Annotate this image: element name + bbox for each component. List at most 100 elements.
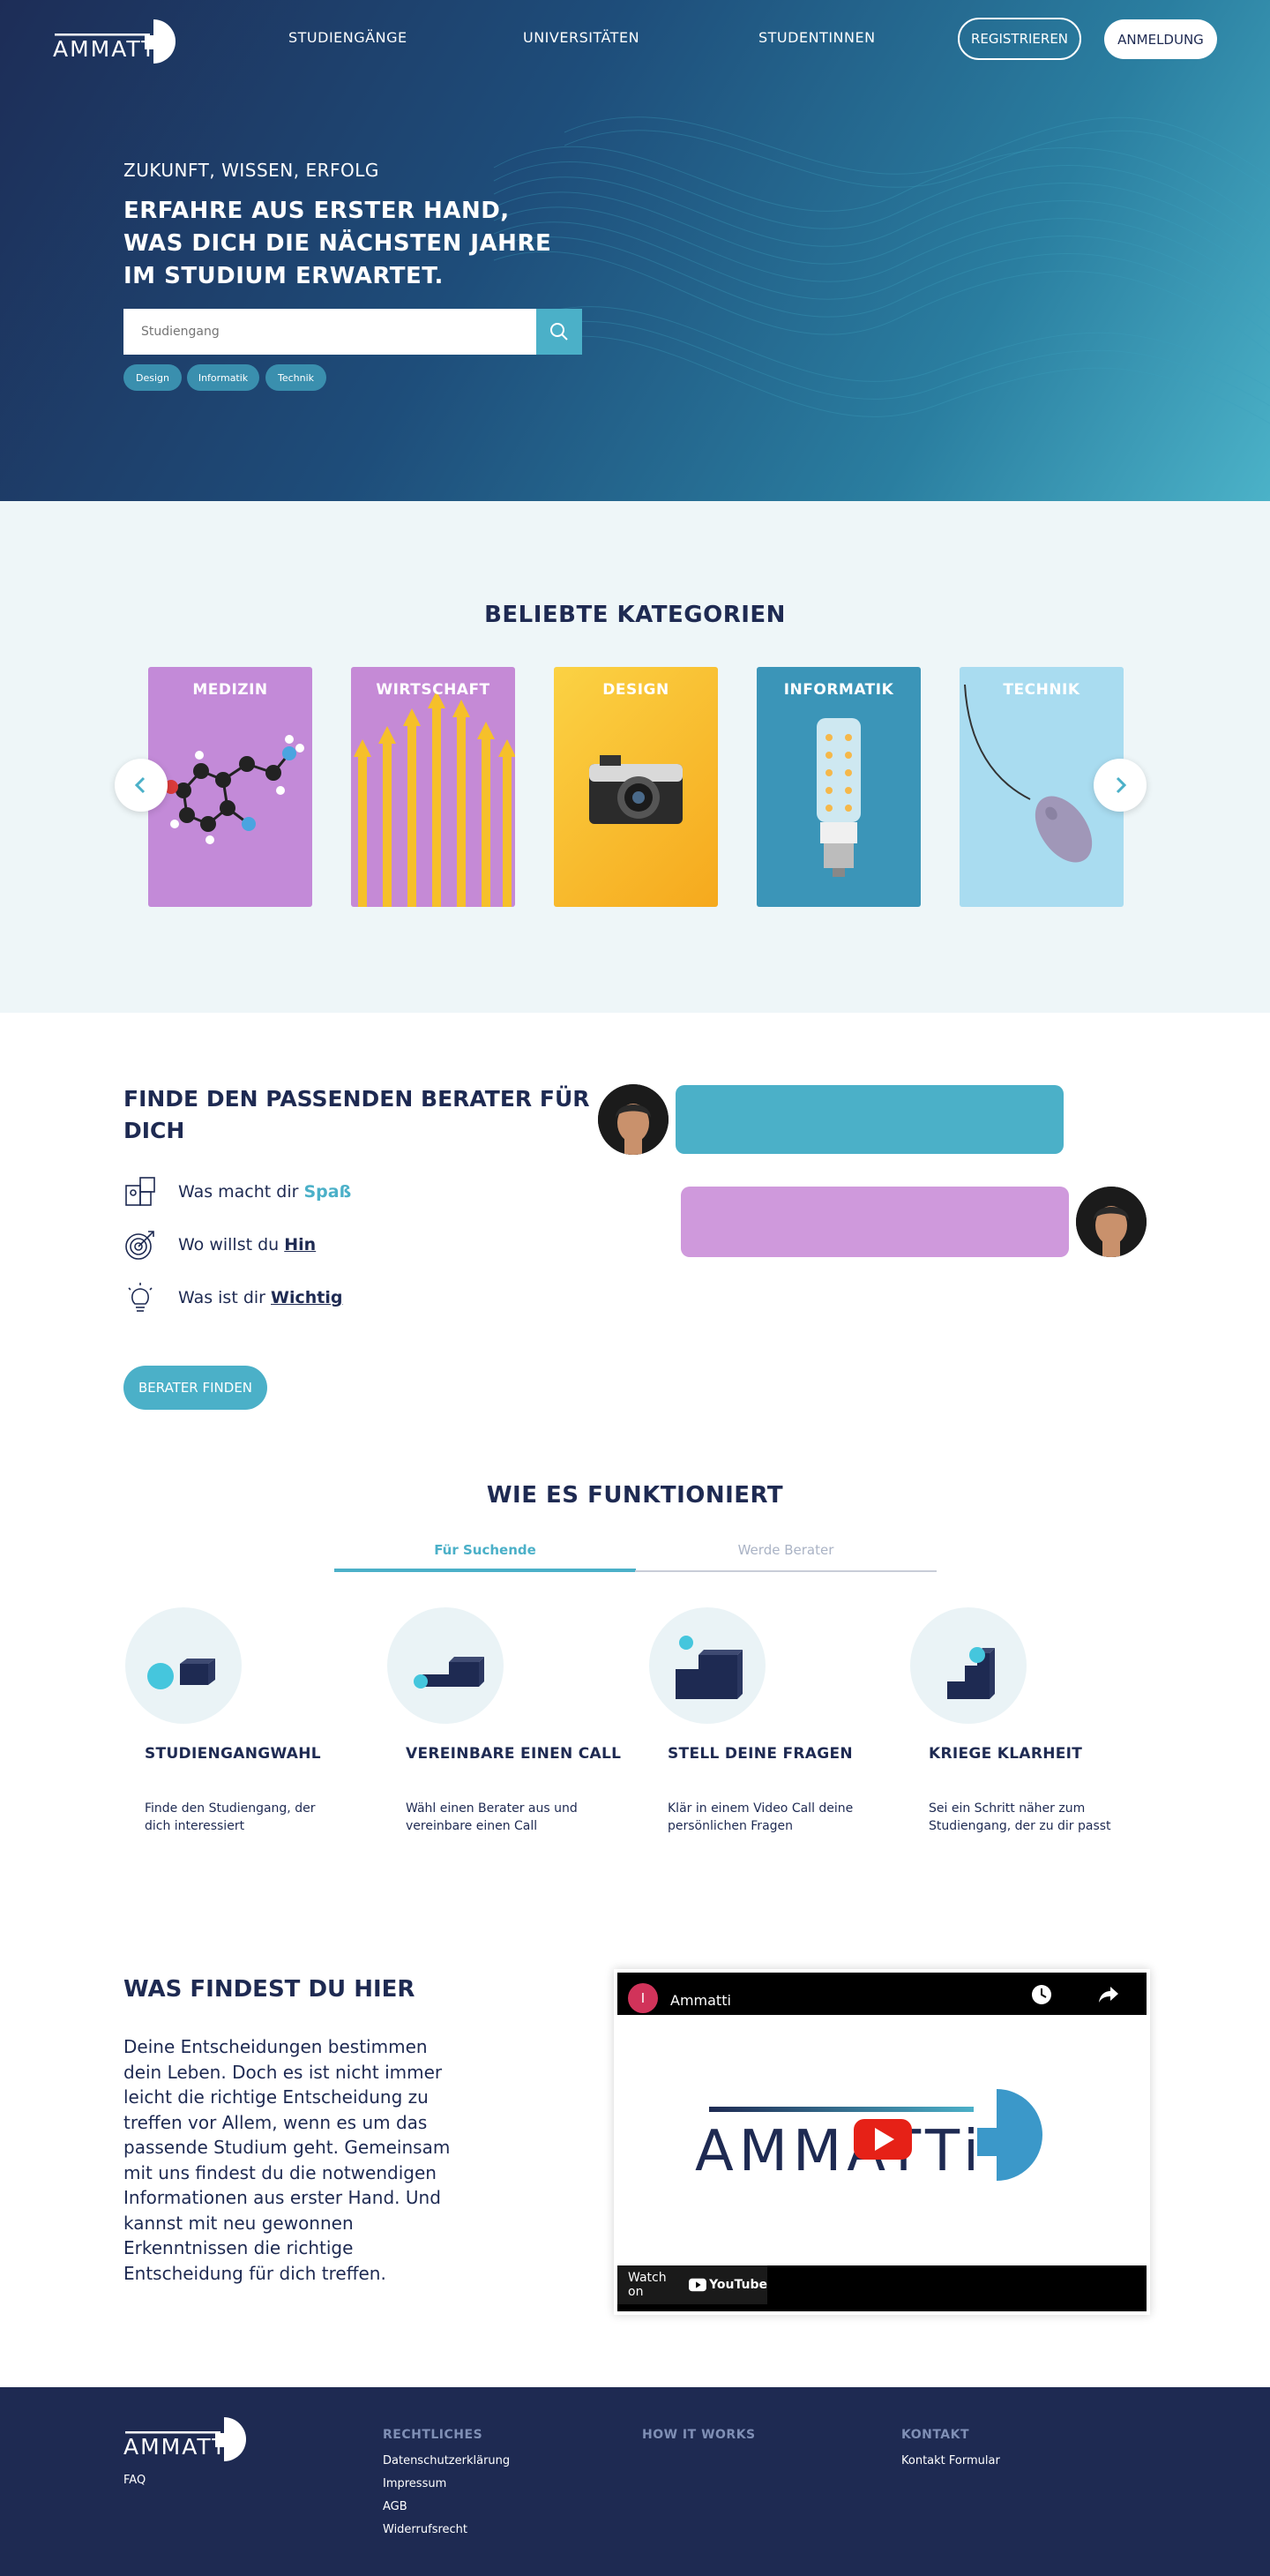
footer-heading-how[interactable]: HOW IT WORKS [642,2428,756,2442]
youtube-play-icon [689,2278,707,2292]
step-illustration [649,1607,766,1724]
category-card-informatik[interactable]: INFORMATIK [757,667,921,907]
advisor-title: FINDE DEN PASSENDEN BERATER FÜR DICH [123,1086,590,1143]
footer-link-faq[interactable]: FAQ [123,2474,146,2487]
hero-kicker: ZUKUNFT, WISSEN, ERFOLG [123,160,379,181]
footer-logo[interactable]: AMMATTi [122,2414,266,2467]
question-prefix: Was ist dir [178,1288,272,1307]
footer-heading-contact: KONTAKT [901,2428,970,2442]
footer-link-withdrawal[interactable]: Widerrufsrecht [383,2523,467,2536]
advisor-avatar [598,1084,669,1155]
molecule-icon [164,735,304,844]
category-label: DESIGN [602,681,669,699]
category-label: WIRTSCHAFT [376,681,490,699]
chevron-left-icon [134,776,146,794]
about-text: Deine Entscheidungen bestimmen dein Lebe… [123,2036,451,2284]
svg-text:AMMATTi: AMMATTi [123,2434,235,2460]
search-input[interactable] [123,309,536,355]
category-card-design[interactable]: DESIGN [554,667,718,907]
chat-bubble-advisor [676,1085,1064,1154]
svg-text:AMMATTi: AMMATTi [53,36,164,62]
cube-ball-icon [147,1659,215,1689]
footer-link-terms[interactable]: AGB [383,2500,407,2513]
search-icon [550,323,568,341]
find-advisor-button[interactable]: BERATER FINDEN [123,1366,267,1410]
how-title: WIE ES FUNKTIONIERT [486,1482,784,1509]
step-illustration [125,1607,242,1724]
categories-title: BELIEBTE KATEGORIEN [484,602,786,628]
login-button[interactable]: ANMELDUNG [1104,19,1217,59]
category-label: MEDIZIN [192,681,268,699]
brand-logo[interactable]: AMMATTi [51,16,196,65]
hero-title: ERFAHRE AUS ERSTER HAND, WAS DICH DIE NÄ… [123,198,552,289]
carousel-next-button[interactable] [1094,759,1147,812]
about-title: WAS FINDEST DU HIER [123,1976,415,2003]
question-prefix: Wo willst du [178,1235,285,1254]
nav-link-universitaeten[interactable]: UNIVERSITÄTEN [523,29,639,46]
nav-link-studentinnen[interactable]: STUDENTINNEN [758,29,876,46]
question-row: Was macht dir Spaß [123,1174,351,1209]
chat-bubble-student [681,1187,1069,1257]
step-title: STUDIENGANGWAHL [145,1745,321,1763]
staircase-top-ball-icon [947,1647,995,1699]
question-text-important: Was ist dir Wichtig [178,1288,342,1307]
video-top-bar: I Ammatti [617,1973,1147,2015]
tag-design[interactable]: Design [123,364,182,391]
nav-link-studiengaenge[interactable]: STUDIENGÄNGE [288,29,407,46]
top-navigation: AMMATTi STUDIENGÄNGE UNIVERSITÄTEN STUDE… [0,0,1270,79]
step-illustration [387,1607,504,1724]
student-avatar [1076,1187,1147,1257]
channel-avatar[interactable]: I [628,1983,658,2013]
hero-section: AMMATTi STUDIENGÄNGE UNIVERSITÄTEN STUDE… [0,0,1270,501]
step-title: STELL DEINE FRAGEN [668,1745,853,1763]
lightbulb-icon [128,1283,153,1312]
rising-arrows-icon [354,691,515,907]
question-row: Was ist dir Wichtig [123,1280,342,1315]
question-prefix: Was macht dir [178,1182,304,1202]
footer-link-privacy[interactable]: Datenschutzerklärung [383,2454,510,2467]
category-label: INFORMATIK [783,681,894,699]
video-logo-text: AMMATTi [695,2119,984,2184]
person-avatar-icon [1076,1187,1147,1257]
tab-werde-berater[interactable]: Werde Berater [635,1531,937,1572]
person-avatar-icon [598,1084,669,1155]
tab-fuer-suchende[interactable]: Für Suchende [334,1531,636,1572]
video-embed[interactable]: I Ammatti AMMATTi Watch on YouTube [614,1969,1150,2315]
category-card-wirtschaft[interactable]: WIRTSCHAFT [351,667,515,907]
step-description: Finde den Studiengang, der dich interess… [145,1801,316,1833]
step-title: KRIEGE KLARHEIT [929,1745,1083,1763]
category-label: TECHNIK [1003,681,1080,699]
step-title: VEREINBARE EINEN CALL [406,1745,622,1763]
register-button[interactable]: REGISTRIEREN [958,18,1081,60]
search-button[interactable] [536,309,582,355]
ammatti-video-logo: AMMATTi [695,2089,1042,2184]
tag-informatik[interactable]: Informatik [187,364,259,391]
watch-on-youtube-button[interactable]: Watch on YouTube [617,2265,767,2304]
footer-link-imprint[interactable]: Impressum [383,2477,446,2490]
footer-link-contact-form[interactable]: Kontakt Formular [901,2454,1000,2467]
step-description: Wähl einen Berater aus und vereinbare ei… [406,1801,578,1833]
question-highlight: Hin [284,1235,317,1254]
question-text-goal: Wo willst du Hin [178,1235,316,1254]
clock-icon[interactable] [1030,1983,1053,2006]
video-title[interactable]: Ammatti [670,1992,731,2009]
ammatti-logo-icon: AMMATTi [123,2417,247,2461]
youtube-label: YouTube [709,2278,767,2292]
category-card-medizin[interactable]: MEDIZIN [148,667,312,907]
tag-technik[interactable]: Technik [265,364,326,391]
lightbulb-photo-icon [817,718,861,877]
footer: AMMATTi FAQ RECHTLICHES Datenschutzerklä… [0,2387,1270,2576]
carousel-prev-button[interactable] [115,759,168,812]
footer-heading-legal: RECHTLICHES [383,2428,483,2442]
chevron-right-icon [1116,776,1127,794]
watch-on-label: Watch on [628,2271,667,2299]
categories-section: BELIEBTE KATEGORIEN MEDIZIN WIRTSCHAFT D… [0,501,1270,1013]
question-highlight: Wichtig [271,1288,343,1307]
step-description: Sei ein Schritt näher zum Studiengang, d… [929,1801,1111,1833]
camera-icon [589,755,683,824]
share-icon[interactable] [1097,1983,1120,2006]
steps-ball-icon [414,1657,484,1689]
step-description: Klär in einem Video Call deine persönlic… [668,1801,854,1833]
ammatti-logo-icon: AMMATTi [53,19,176,64]
video-bottom-bar: Watch on YouTube [617,2265,1147,2311]
